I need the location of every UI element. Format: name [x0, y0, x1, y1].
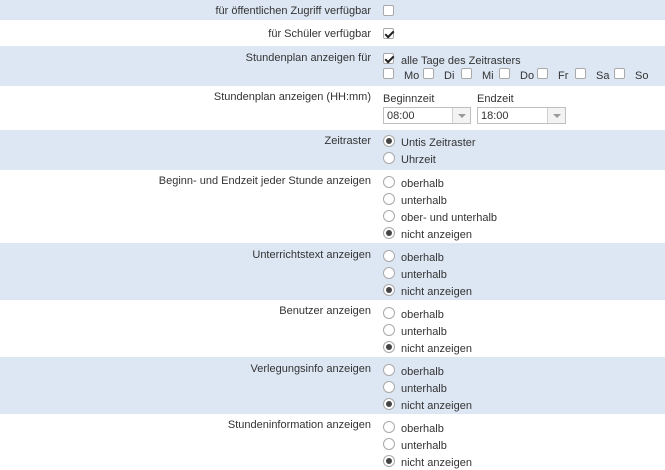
begin-end-time-label: Beginn- und Endzeit jeder Stunde anzeige…: [158, 175, 371, 187]
weekday-label: Di: [444, 70, 455, 82]
weekday-checkbox[interactable]: [614, 68, 625, 79]
radio-option-label: unterhalb: [401, 195, 447, 207]
grid-label: Zeitraster: [324, 135, 371, 147]
setting-row-relocation-info: Verlegungsinfo anzeigen oberhalb unterhal…: [0, 357, 665, 414]
end-time-select[interactable]: 18:00: [477, 107, 566, 124]
radio-option-label: Uhrzeit: [401, 154, 436, 166]
weekday-checkbox[interactable]: [575, 68, 586, 79]
setting-row-lesson-info: Stundeninformation anzeigen oberhalb unte…: [0, 414, 665, 470]
time-range-label: Stundenplan anzeigen (HH:mm): [213, 91, 371, 103]
weekday-checkbox[interactable]: [499, 68, 510, 79]
radio-option-label: oberhalb: [401, 309, 444, 321]
radio-relocation-info-1[interactable]: [383, 381, 395, 393]
students-checkbox[interactable]: [383, 28, 394, 39]
lesson-info-label: Stundeninformation anzeigen: [227, 419, 371, 431]
students-label: für Schüler verfügbar: [268, 28, 371, 40]
radio-user-0[interactable]: [383, 307, 395, 319]
setting-row-begin-end-time: Beginn- und Endzeit jeder Stunde anzeige…: [0, 170, 665, 243]
radio-grid-0[interactable]: [383, 135, 395, 147]
radio-option-label: oberhalb: [401, 366, 444, 378]
public-access-label: für öffentlichen Zugriff verfügbar: [215, 5, 371, 17]
radio-option-label: oberhalb: [401, 252, 444, 264]
public-access-checkbox[interactable]: [383, 5, 394, 16]
setting-row-public-access: für öffentlichen Zugriff verfügbar: [0, 0, 665, 20]
lesson-text-label: Unterrichtstext anzeigen: [252, 249, 371, 261]
chevron-down-icon: [452, 108, 470, 123]
weekday-checkbox[interactable]: [383, 68, 394, 79]
setting-row-grid: Zeitraster Untis Zeitraster Uhrzeit: [0, 130, 665, 170]
radio-option-label: unterhalb: [401, 440, 447, 452]
radio-lesson-info-1[interactable]: [383, 438, 395, 450]
weekday-label: Do: [520, 70, 535, 82]
radio-option-label: nicht anzeigen: [401, 286, 472, 298]
setting-row-lesson-text: Unterrichtstext anzeigen oberhalb unterha…: [0, 243, 665, 300]
weekday-label: So: [635, 70, 649, 82]
weekday-checkbox[interactable]: [537, 68, 548, 79]
radio-option-label: nicht anzeigen: [401, 229, 472, 241]
radio-option-label: nicht anzeigen: [401, 343, 472, 355]
radio-option-label: unterhalb: [401, 326, 447, 338]
radio-begin-end-time-3[interactable]: [383, 227, 395, 239]
weekday-label: Mo: [404, 70, 420, 82]
show-for-label: Stundenplan anzeigen für: [245, 52, 371, 64]
radio-option-label: oberhalb: [401, 178, 444, 190]
start-time-select[interactable]: 08:00: [383, 107, 471, 124]
radio-option-label: unterhalb: [401, 383, 447, 395]
weekday-checkbox[interactable]: [461, 68, 472, 79]
radio-lesson-text-2[interactable]: [383, 284, 395, 296]
radio-begin-end-time-0[interactable]: [383, 176, 395, 188]
radio-lesson-info-0[interactable]: [383, 421, 395, 433]
radio-user-2[interactable]: [383, 341, 395, 353]
start-time-value: 08:00: [387, 110, 415, 122]
radio-option-label: Untis Zeitraster: [401, 137, 476, 149]
relocation-info-label: Verlegungsinfo anzeigen: [250, 363, 371, 375]
radio-option-label: nicht anzeigen: [401, 400, 472, 412]
setting-row-students: für Schüler verfügbar: [0, 20, 665, 46]
all-days-checkbox[interactable]: [383, 53, 394, 64]
radio-begin-end-time-1[interactable]: [383, 193, 395, 205]
start-time-label: Beginnzeit: [383, 93, 435, 105]
setting-row-time-range: Stundenplan anzeigen (HH:mm) Beginnzeit …: [0, 86, 665, 130]
radio-grid-1[interactable]: [383, 152, 395, 164]
user-label: Benutzer anzeigen: [279, 305, 371, 317]
radio-option-label: oberhalb: [401, 423, 444, 435]
weekday-label: Sa: [596, 70, 610, 82]
radio-relocation-info-0[interactable]: [383, 364, 395, 376]
radio-lesson-info-2[interactable]: [383, 455, 395, 467]
radio-lesson-text-0[interactable]: [383, 250, 395, 262]
setting-row-user: Benutzer anzeigen oberhalb unterhalb nicht…: [0, 300, 665, 357]
radio-option-label: unterhalb: [401, 269, 447, 281]
weekday-label: Fr: [558, 70, 569, 82]
radio-user-1[interactable]: [383, 324, 395, 336]
radio-option-label: nicht anzeigen: [401, 457, 472, 469]
weekday-checkbox[interactable]: [423, 68, 434, 79]
end-time-label: Endzeit: [477, 93, 514, 105]
radio-lesson-text-1[interactable]: [383, 267, 395, 279]
chevron-down-icon: [547, 108, 565, 123]
end-time-value: 18:00: [481, 110, 509, 122]
radio-relocation-info-2[interactable]: [383, 398, 395, 410]
all-days-label: alle Tage des Zeitrasters: [401, 55, 521, 67]
radio-option-label: ober- und unterhalb: [401, 212, 498, 224]
radio-begin-end-time-2[interactable]: [383, 210, 395, 222]
weekday-label: Mi: [482, 70, 494, 82]
